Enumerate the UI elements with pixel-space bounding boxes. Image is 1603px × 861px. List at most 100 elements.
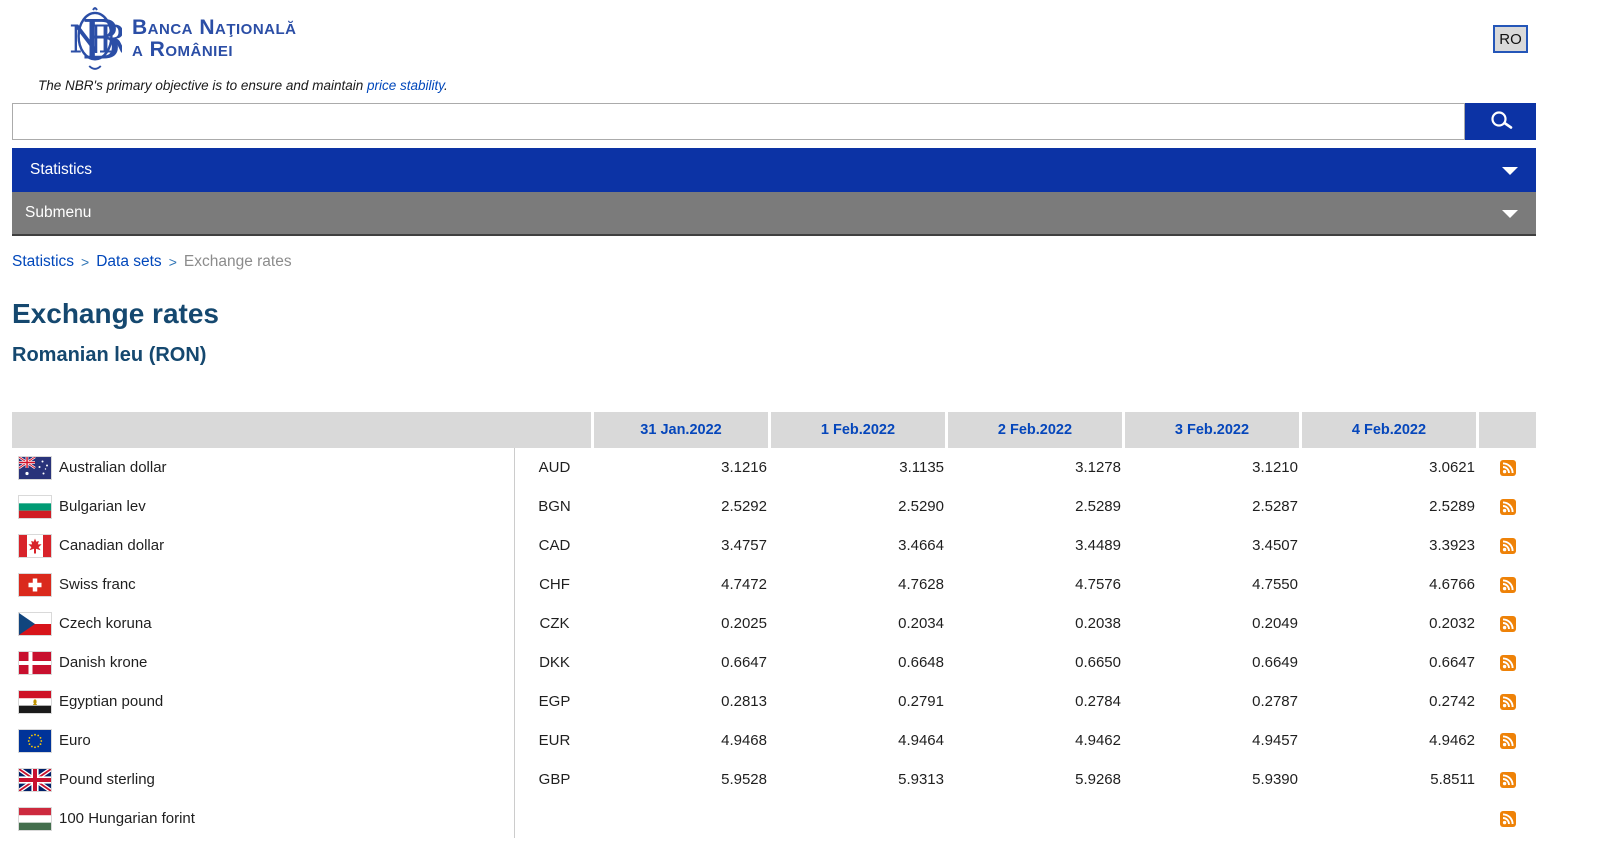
- table-header-currency-cell: [12, 412, 594, 448]
- exchange-rates-table: 31 Jan.20221 Feb.20222 Feb.20223 Feb.202…: [12, 412, 1536, 838]
- page-content: N B R Banca Naţională a României RO The …: [12, 0, 1536, 838]
- rate-value: 0.6649: [1125, 654, 1302, 671]
- table-row: Danish kroneDKK0.66470.66480.66500.66490…: [12, 643, 1536, 682]
- rss-feed-icon[interactable]: [1500, 460, 1516, 476]
- nav-submenu[interactable]: Submenu: [12, 192, 1536, 236]
- breadcrumb-item[interactable]: Statistics: [12, 253, 74, 271]
- rate-value: 4.9464: [771, 732, 948, 749]
- rate-value: 2.5290: [771, 498, 948, 515]
- rate-value: 4.9468: [594, 732, 771, 749]
- rss-cell: [1479, 565, 1536, 604]
- rate-value: 4.7628: [771, 576, 948, 593]
- search-button[interactable]: [1465, 103, 1536, 140]
- currency-name-cell: 100 Hungarian forint: [12, 799, 515, 838]
- rss-feed-icon[interactable]: [1500, 616, 1516, 632]
- rate-value: 3.4507: [1125, 537, 1302, 554]
- rate-value: 3.4664: [771, 537, 948, 554]
- eg-flag-icon: [19, 691, 51, 713]
- currency-name-cell: Pound sterling: [12, 760, 515, 799]
- table-header-date: 1 Feb.2022: [771, 412, 948, 448]
- rate-value: 4.7550: [1125, 576, 1302, 593]
- currency-name-cell: Egyptian pound: [12, 682, 515, 721]
- rss-cell: [1479, 448, 1536, 487]
- rss-cell: [1479, 487, 1536, 526]
- rate-value: 0.6647: [594, 654, 771, 671]
- rate-value: 0.6650: [948, 654, 1125, 671]
- rate-value: 3.1135: [771, 459, 948, 476]
- rate-value: 3.1210: [1125, 459, 1302, 476]
- bank-name: Banca Naţională a României: [132, 17, 297, 61]
- rate-value: 5.8511: [1302, 771, 1479, 788]
- rate-value: 2.5289: [1302, 498, 1479, 515]
- currency-name-cell: Canadian dollar: [12, 526, 515, 565]
- rss-feed-icon[interactable]: [1500, 499, 1516, 515]
- ca-flag-icon: [19, 535, 51, 557]
- chevron-down-icon: [1502, 167, 1518, 175]
- table-body: Australian dollarAUD3.12163.11353.12783.…: [12, 448, 1536, 838]
- rate-value: 0.2791: [771, 693, 948, 710]
- chevron-down-icon: [1502, 210, 1518, 218]
- rate-value: 4.6766: [1302, 576, 1479, 593]
- currency-code: EGP: [515, 693, 594, 710]
- rate-value: 2.5289: [948, 498, 1125, 515]
- rate-value: 0.2813: [594, 693, 771, 710]
- rss-feed-icon[interactable]: [1500, 772, 1516, 788]
- rate-value: 3.4489: [948, 537, 1125, 554]
- cz-flag-icon: [19, 613, 51, 635]
- table-header-date: 4 Feb.2022: [1302, 412, 1479, 448]
- hu-flag-icon: [19, 808, 51, 830]
- rate-value: 0.2032: [1302, 615, 1479, 632]
- au-flag-icon: [19, 457, 51, 479]
- tagline-text: The NBR's primary objective is to ensure…: [38, 78, 363, 93]
- search-bar: [12, 103, 1536, 140]
- currency-name: Bulgarian lev: [59, 498, 146, 515]
- rate-value: 5.9313: [771, 771, 948, 788]
- currency-code: EUR: [515, 732, 594, 749]
- rss-feed-icon[interactable]: [1500, 655, 1516, 671]
- currency-name: Euro: [59, 732, 91, 749]
- table-header-rss-cell: [1479, 412, 1536, 448]
- nav-statistics-menu[interactable]: Statistics: [12, 148, 1536, 192]
- table-header-row: 31 Jan.20221 Feb.20222 Feb.20223 Feb.202…: [12, 412, 1536, 448]
- rss-feed-icon[interactable]: [1500, 811, 1516, 827]
- nav-submenu-label: Submenu: [25, 204, 91, 222]
- rss-cell: [1479, 526, 1536, 565]
- currency-code: GBP: [515, 771, 594, 788]
- page-subtitle: Romanian leu (RON): [12, 344, 1536, 367]
- rss-feed-icon[interactable]: [1500, 733, 1516, 749]
- rate-value: 0.6647: [1302, 654, 1479, 671]
- currency-name: Danish krone: [59, 654, 147, 671]
- rate-value: 3.3923: [1302, 537, 1479, 554]
- rss-cell: [1479, 721, 1536, 760]
- bg-flag-icon: [19, 496, 51, 518]
- search-icon: [1488, 109, 1514, 135]
- rate-value: 0.2038: [948, 615, 1125, 632]
- rss-cell: [1479, 760, 1536, 799]
- rss-feed-icon[interactable]: [1500, 694, 1516, 710]
- currency-name-cell: Czech koruna: [12, 604, 515, 643]
- currency-name-cell: Swiss franc: [12, 565, 515, 604]
- language-toggle-button[interactable]: RO: [1493, 25, 1528, 53]
- rate-value: 3.0621: [1302, 459, 1479, 476]
- bank-logo[interactable]: N B R Banca Naţională a României: [68, 4, 297, 74]
- rss-feed-icon[interactable]: [1500, 538, 1516, 554]
- rate-value: 0.2742: [1302, 693, 1479, 710]
- currency-name-cell: Australian dollar: [12, 448, 515, 487]
- rss-feed-icon[interactable]: [1500, 577, 1516, 593]
- price-stability-link[interactable]: price stability: [367, 78, 444, 93]
- rss-cell: [1479, 799, 1536, 838]
- rate-value: 2.5287: [1125, 498, 1302, 515]
- currency-code: CZK: [515, 615, 594, 632]
- rss-cell: [1479, 604, 1536, 643]
- svg-text:R: R: [98, 18, 122, 63]
- rate-value: 0.2049: [1125, 615, 1302, 632]
- table-row: Canadian dollarCAD3.47573.46643.44893.45…: [12, 526, 1536, 565]
- search-input[interactable]: [12, 103, 1465, 140]
- rss-cell: [1479, 643, 1536, 682]
- rate-value: 3.1216: [594, 459, 771, 476]
- site-header: N B R Banca Naţională a României RO The …: [12, 0, 1536, 103]
- table-row: Egyptian poundEGP0.28130.27910.27840.278…: [12, 682, 1536, 721]
- rate-value: 4.7472: [594, 576, 771, 593]
- breadcrumb-item[interactable]: Data sets: [96, 253, 161, 271]
- rate-value: 5.9390: [1125, 771, 1302, 788]
